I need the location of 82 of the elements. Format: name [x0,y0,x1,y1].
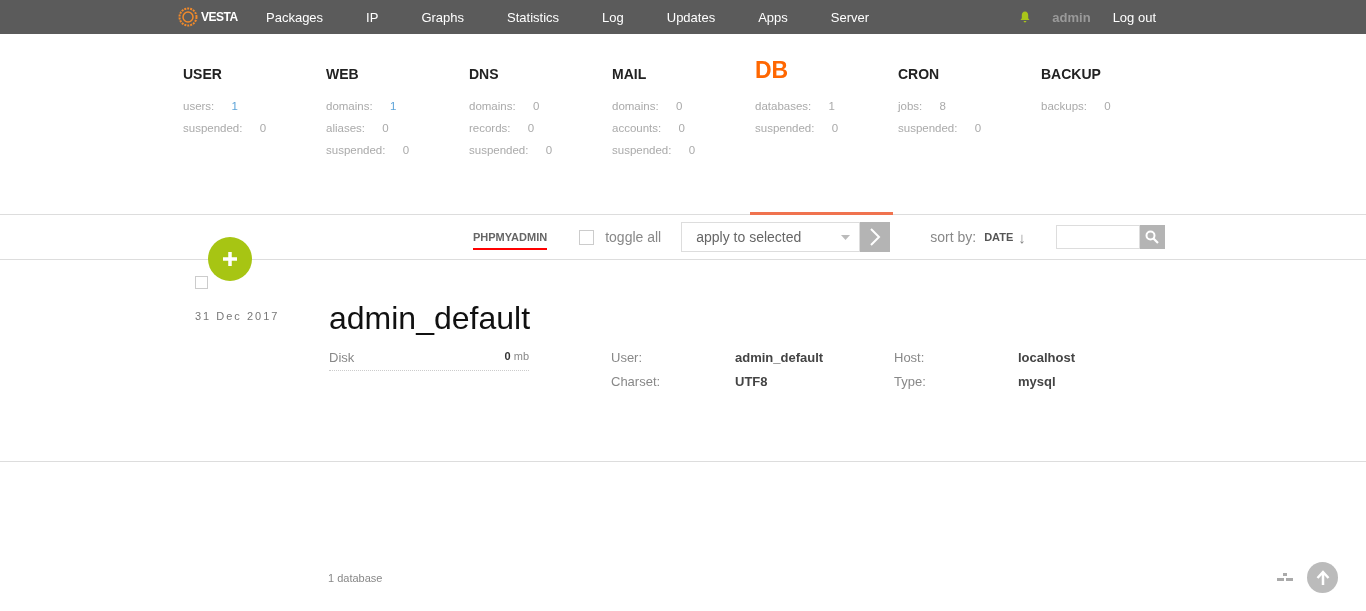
stat-value: 0 [532,100,540,112]
stat-label: suspended: [183,122,243,134]
detail-label: Host: [894,350,926,365]
bell-icon[interactable] [1020,11,1031,23]
stat-label: records: [469,122,511,134]
stat-value: 0 [675,100,683,112]
dropdown-caret-icon [841,234,851,240]
stat-value: 1 [231,100,238,112]
search-icon [1145,230,1160,244]
nav-link[interactable]: Packages [266,9,324,25]
stat-label: backups: [1041,100,1088,112]
add-button[interactable] [208,237,252,281]
stat-value: 0 [382,122,389,134]
nav-link[interactable]: Log [602,9,624,25]
stat-label: users: [183,100,215,112]
stat-label: domains: [469,100,516,112]
sort-label: sort by: [930,229,977,245]
item-count: 1 database [328,571,383,584]
stat-value: 8 [939,100,946,112]
stat-label: databases: [755,100,812,112]
nav-link[interactable]: Server [830,9,870,25]
detail-label: Type: [894,374,927,389]
sort-option[interactable]: DATE [984,231,1014,243]
section-tab[interactable]: DNS [469,65,612,83]
apply-button[interactable] [860,222,891,252]
stat-label: domains: [612,100,659,112]
plus-icon [221,250,239,268]
stat-value: 0 [259,122,267,134]
nav-link[interactable]: Graphs [421,9,465,25]
detail-value: mysql [1018,374,1057,389]
stat-value: 0 [402,144,410,156]
stat-value: 0 [527,122,535,134]
toggle-all-label[interactable]: toggle all [605,229,662,245]
stat-label: domains: [326,100,373,112]
phpmyadmin-link[interactable]: PHPMYADMIN [473,230,548,250]
section-tab[interactable]: BACKUP [1041,65,1184,83]
nav-link[interactable]: Apps [758,9,788,25]
stat-value: 1 [389,100,397,112]
toggle-all-checkbox[interactable] [579,229,595,245]
scroll-top-button[interactable] [1307,562,1338,593]
stat-value: 0 [678,122,685,134]
detail-label: Charset: [611,374,662,389]
section-tab[interactable]: CRON [898,65,1041,83]
detail-value: admin_default [735,350,825,365]
stat-label: suspended: [469,144,529,156]
detail-label: User: [611,350,644,365]
section-tab[interactable]: WEB [326,65,469,83]
stat-label: suspended: [326,144,386,156]
stat-value: 0 [545,144,553,156]
stat-value: 0 [974,122,982,134]
arrow-up-icon [1315,569,1330,586]
disk-label: Disk [329,350,355,367]
logo-icon [178,7,198,27]
grid-dots-icon[interactable] [1277,572,1293,583]
row-checkbox[interactable] [195,276,208,289]
stat-value: 0 [831,122,839,134]
stat-value: 0 [1104,100,1111,112]
sort-direction-arrow[interactable]: ↓ [1018,228,1026,246]
section-tab[interactable]: USER [183,65,326,83]
stat-label: suspended: [898,122,958,134]
action-select[interactable]: apply to selected [681,222,861,252]
date-text: 31 Dec 2017 [195,310,281,322]
section-tab[interactable]: MAIL [612,65,755,83]
chevron-right-icon [869,228,882,246]
nav-link[interactable]: Updates [666,9,716,25]
nav-link[interactable]: IP [366,9,379,25]
stat-value: 0 [688,144,696,156]
logout-link[interactable]: Log out [1112,9,1156,25]
search-button[interactable] [1139,225,1165,249]
stat-label: suspended: [612,144,672,156]
stat-label: aliases: [326,122,365,134]
detail-value: UTF8 [735,374,769,389]
stat-value: 1 [828,100,835,112]
logo-text: VESTA [201,10,238,24]
database-name: admin_default [329,300,532,338]
stat-label: accounts: [612,122,662,134]
detail-value: localhost [1018,350,1077,365]
disk-value: 0 mb [504,350,529,364]
stat-label: suspended: [755,122,815,134]
search-field[interactable] [1055,225,1140,249]
stat-label: jobs: [898,100,923,112]
nav-link[interactable]: Statistics [507,9,560,25]
